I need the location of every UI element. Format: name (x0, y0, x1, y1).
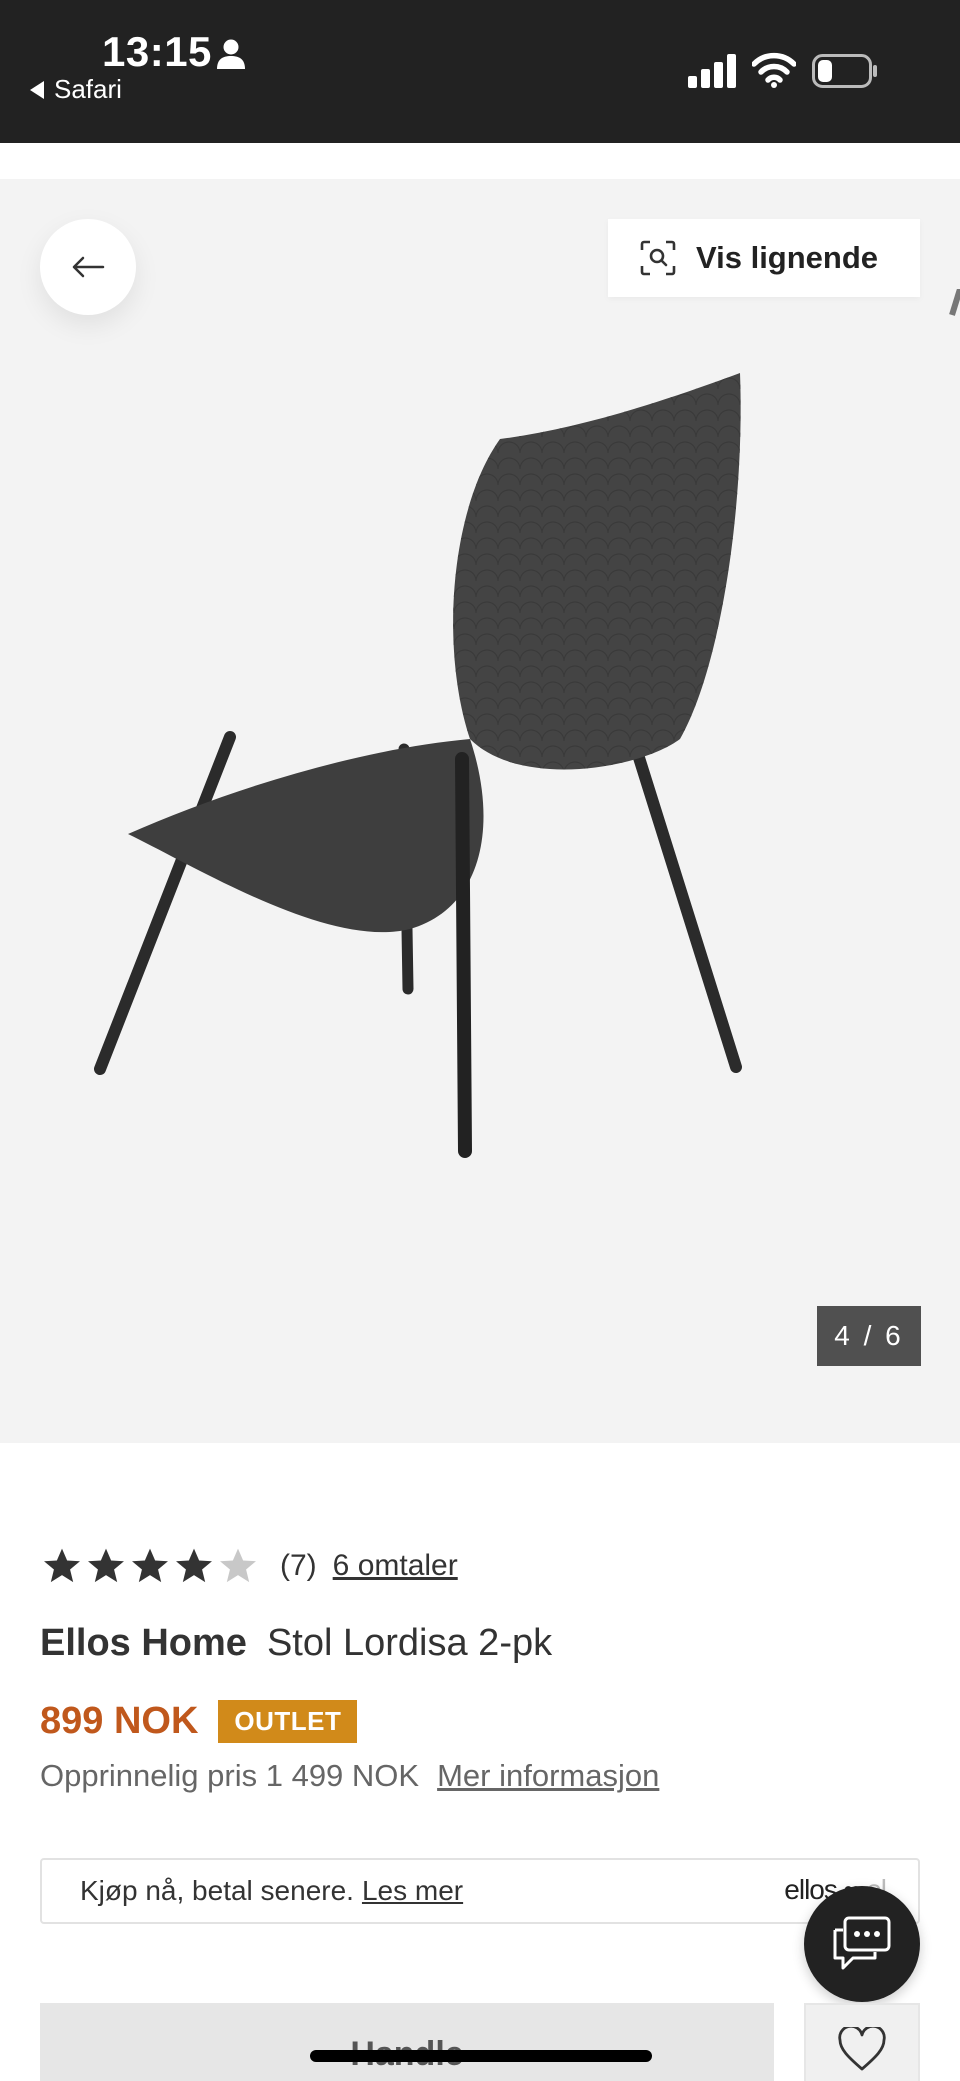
product-image (94, 373, 742, 1158)
show-similar-label: Vis lignende (696, 240, 879, 275)
original-price: Opprinnelig pris 1 499 NOK (40, 1758, 420, 1793)
original-price-row: Opprinnelig pris 1 499 NOK Mer informasj… (40, 1758, 659, 1794)
star-rating (40, 1544, 260, 1588)
back-button[interactable] (40, 219, 136, 315)
home-indicator[interactable] (310, 2050, 652, 2062)
star-filled-icon (176, 1548, 212, 1583)
pay-later-banner: Kjøp nå, betal senere. Les mer ellos ❤ e… (40, 1858, 920, 1924)
back-triangle-icon (30, 80, 44, 99)
show-similar-button[interactable]: Vis lignende (608, 219, 920, 297)
visual-search-icon (640, 240, 676, 276)
product-title: Ellos Home Stol Lordisa 2-pk (40, 1622, 552, 1665)
wifi-icon (752, 52, 796, 88)
next-image-peek (949, 289, 960, 316)
battery-icon (812, 54, 877, 88)
person-icon (217, 39, 245, 69)
star-filled-icon (132, 1548, 168, 1583)
pay-later-link[interactable]: Les mer (362, 1875, 463, 1907)
brand-name[interactable]: Ellos Home (40, 1622, 247, 1665)
heart-icon (838, 2027, 886, 2071)
pay-later-text: Kjøp nå, betal senere. (80, 1875, 354, 1906)
arrow-left-icon (72, 256, 105, 278)
price: 899 NOK (40, 1700, 199, 1742)
chat-icon (833, 1916, 891, 1970)
chat-button[interactable] (804, 1886, 920, 2002)
back-to-safari[interactable]: Safari (30, 74, 122, 105)
star-filled-icon (44, 1548, 80, 1583)
star-filled-icon (88, 1548, 124, 1583)
outlet-badge: OUTLET (218, 1700, 358, 1743)
rating-row: (7) 6 omtaler (40, 1540, 458, 1592)
price-row: 899 NOK OUTLET (40, 1700, 358, 1743)
favorite-button[interactable] (804, 2003, 920, 2081)
product-name: Stol Lordisa 2-pk (266, 1622, 553, 1664)
rating-count: (7) (280, 1549, 317, 1582)
buy-button[interactable]: Handle (40, 2003, 774, 2081)
product-image-gallery[interactable]: Vis lignende 4 / 6 (0, 179, 960, 1443)
top-spacer (0, 143, 960, 179)
star-empty-icon (220, 1548, 256, 1583)
reviews-link[interactable]: 6 omtaler (333, 1549, 458, 1583)
more-info-link[interactable]: Mer informasjon (437, 1758, 659, 1794)
status-time: 13:15 (102, 28, 212, 75)
image-counter: 4 / 6 (817, 1306, 921, 1366)
back-app-label: Safari (54, 74, 122, 104)
status-bar: 13:15 Safari (0, 0, 960, 143)
signal-icon (688, 54, 736, 88)
